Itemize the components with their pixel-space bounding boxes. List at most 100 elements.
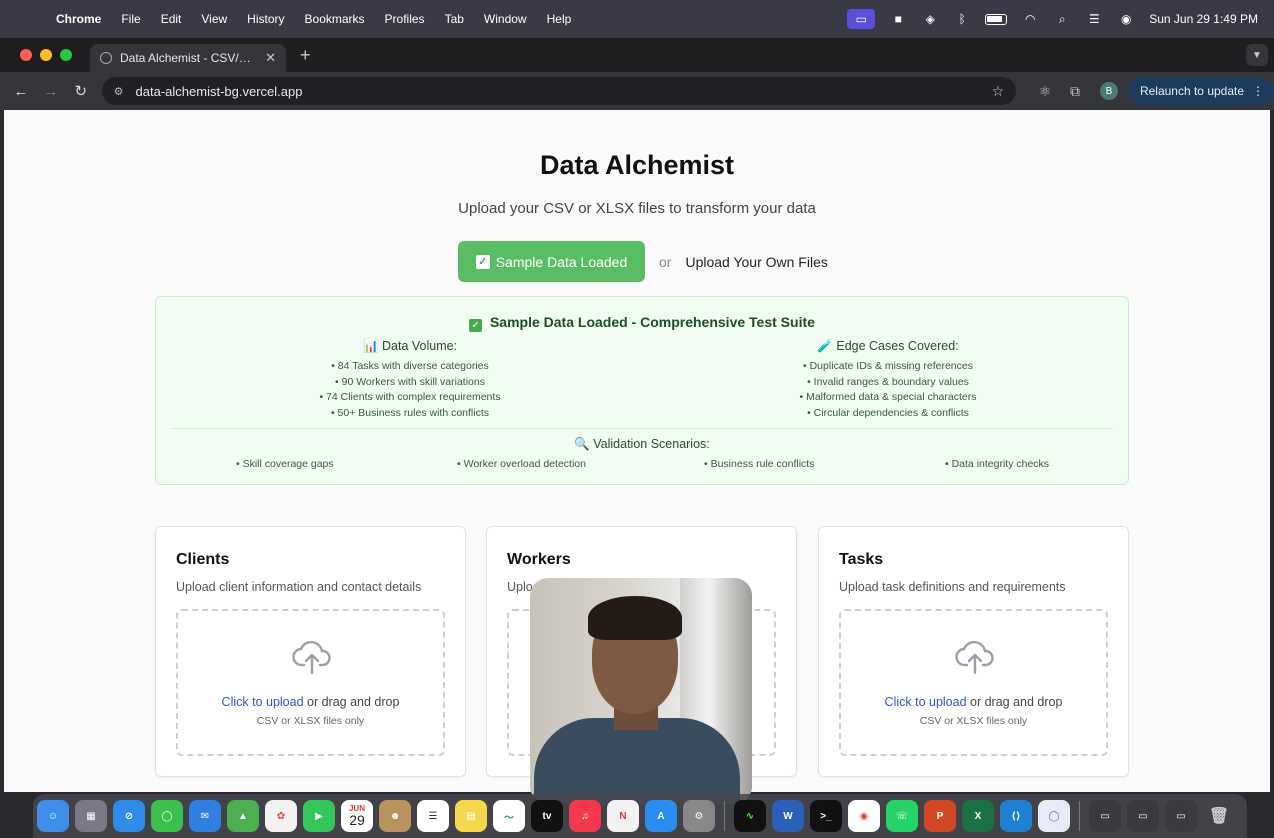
list-item: • 50+ Business rules with conflicts [330,406,490,419]
messages-icon[interactable]: ◯ [151,800,183,832]
click-to-upload-link[interactable]: Click to upload [885,695,967,709]
minimized-window-icon[interactable]: ▭ [1165,800,1197,832]
upload-own-files-button[interactable]: Upload Your Own Files [685,254,827,270]
clients-dropzone[interactable]: Click to upload or drag and drop CSV or … [176,609,445,756]
reload-button[interactable]: ↻ [66,82,96,100]
vscode-icon[interactable]: ⟨⟩ [1000,800,1032,832]
or-separator: or [659,253,672,270]
list-item: • Duplicate IDs & missing references [803,360,973,372]
dock-separator [1079,801,1080,831]
menu-file[interactable]: File [121,12,140,26]
screen-recorder-icon[interactable]: ◯ [1038,800,1070,832]
finder-icon[interactable]: ☺ [37,800,69,832]
card-description: Upload task definitions and requirements [839,580,1066,594]
edge-cases-heading: 🧪 Edge Cases Covered: [817,339,959,353]
relaunch-button[interactable]: Relaunch to update ⋮ [1127,77,1274,105]
battery-icon[interactable] [985,13,1008,25]
contacts-icon[interactable]: ☻ [379,800,411,832]
webcam-person-shirt [534,718,740,804]
excel-icon[interactable]: X [962,800,994,832]
url-text[interactable]: data-alchemist-bg.vercel.app [136,84,992,99]
minimize-window-button[interactable] [40,49,52,61]
bluetooth-icon[interactable]: ᛒ [953,12,971,26]
apple-tv-icon[interactable]: tv [531,800,563,832]
word-icon[interactable]: W [772,800,804,832]
menu-tab[interactable]: Tab [445,12,464,26]
zoom-window-button[interactable] [60,49,72,61]
back-button[interactable]: ← [6,83,36,100]
close-tab-icon[interactable]: ✕ [265,50,276,66]
new-tab-button[interactable]: + [300,45,311,66]
card-title: Clients [176,551,230,568]
tasks-dropzone[interactable]: Click to upload or drag and drop CSV or … [839,609,1108,756]
minimized-window-icon[interactable]: ▭ [1127,800,1159,832]
drag-drop-text: or drag and drop [303,695,400,709]
calendar-icon[interactable]: JUN 29 [341,800,373,832]
reminders-icon[interactable]: ☰ [417,800,449,832]
profile-avatar[interactable]: B [1100,82,1118,100]
file-types-hint: CSV or XLSX files only [256,715,365,727]
stop-recording-icon[interactable]: ■ [889,12,907,26]
tab-title: Data Alchemist - CSV/XLSX Validator [120,51,257,65]
address-bar[interactable]: ⚙ data-alchemist-bg.vercel.app ☆ [101,77,1017,105]
macos-menu-bar: Chrome File Edit View History Bookmarks … [0,0,1274,38]
menu-help[interactable]: Help [547,12,572,26]
spotlight-search-icon[interactable]: ⌕ [1053,12,1071,26]
diamond-status-icon[interactable]: ◈ [921,12,939,26]
screen-share-icon[interactable]: ▭ [847,9,876,29]
page-title: Data Alchemist [539,150,735,180]
dock-separator [724,801,725,831]
sample-data-button[interactable]: ✓ Sample Data Loaded [458,241,645,282]
menu-bookmarks[interactable]: Bookmarks [305,12,365,26]
minimized-window-icon[interactable]: ▭ [1089,800,1121,832]
site-settings-icon[interactable]: ⚙ [114,85,124,98]
tv-label: tv [542,810,552,822]
more-menu-icon[interactable]: ⋮ [1252,84,1264,98]
maps-icon[interactable]: ▲ [227,800,259,832]
menu-history[interactable]: History [247,12,284,26]
webcam-overlay[interactable] [530,578,752,804]
chevron-down-icon[interactable]: ▼ [1246,44,1268,66]
system-settings-icon[interactable]: ⚙ [683,800,715,832]
facetime-icon[interactable]: ▶ [303,800,335,832]
whatsapp-icon[interactable]: ☏ [886,800,918,832]
chrome-icon[interactable]: ◉ [848,800,880,832]
extensions-icon[interactable]: ⧉ [1060,83,1090,100]
menu-profiles[interactable]: Profiles [385,12,425,26]
music-icon[interactable]: ♫ [569,800,601,832]
app-store-icon[interactable]: A [645,800,677,832]
upload-cloud-icon [292,640,331,675]
sample-data-label: Sample Data Loaded [495,253,628,270]
data-volume-section: 📊 Data Volume: • 84 Tasks with diverse c… [250,339,570,421]
click-to-upload-link[interactable]: Click to upload [222,695,304,709]
browser-tab-active[interactable]: Data Alchemist - CSV/XLSX Validator ✕ [90,44,286,72]
drag-drop-text: or drag and drop [966,695,1063,709]
control-center-icon[interactable]: ☰ [1085,12,1103,26]
menu-view[interactable]: View [201,12,227,26]
siri-icon[interactable]: ◉ [1117,12,1135,26]
menu-window[interactable]: Window [484,12,527,26]
news-icon[interactable]: N [607,800,639,832]
react-devtools-icon[interactable]: ⚛ [1030,83,1060,100]
wifi-icon[interactable]: ◠ [1021,12,1039,26]
freeform-icon[interactable]: 〜 [493,800,525,832]
powerpoint-icon[interactable]: P [924,800,956,832]
globe-icon [100,52,112,64]
terminal-icon[interactable]: >_ [810,800,842,832]
activity-monitor-icon[interactable]: ∿ [734,800,766,832]
trash-icon[interactable]: 🗑 [1203,800,1235,832]
close-window-button[interactable] [20,49,32,61]
validation-heading: 🔍 Validation Scenarios: [574,437,710,451]
list-item: • Malformed data & special characters [799,391,977,403]
menu-edit[interactable]: Edit [161,12,182,26]
photos-icon[interactable]: ✿ [265,800,297,832]
safari-icon[interactable]: ⊘ [113,800,145,832]
list-item: • Invalid ranges & boundary values [807,375,969,388]
menubar-clock[interactable]: Sun Jun 29 1:49 PM [1149,12,1258,26]
forward-button[interactable]: → [36,83,66,100]
mail-icon[interactable]: ✉ [189,800,221,832]
bookmark-star-icon[interactable]: ☆ [992,83,1005,100]
menu-app-name[interactable]: Chrome [56,12,101,26]
launchpad-icon[interactable]: ▦ [75,800,107,832]
notes-icon[interactable]: ▤ [455,800,487,832]
